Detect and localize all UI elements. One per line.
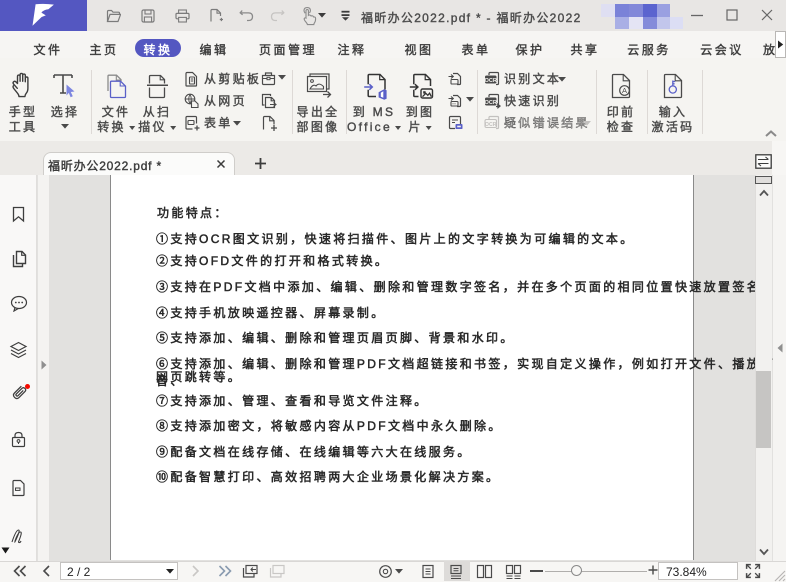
svg-text:OCR: OCR bbox=[484, 78, 496, 84]
svg-text:OCR: OCR bbox=[484, 100, 496, 106]
svg-text:A: A bbox=[622, 86, 627, 95]
svg-text:OCR: OCR bbox=[485, 122, 497, 128]
